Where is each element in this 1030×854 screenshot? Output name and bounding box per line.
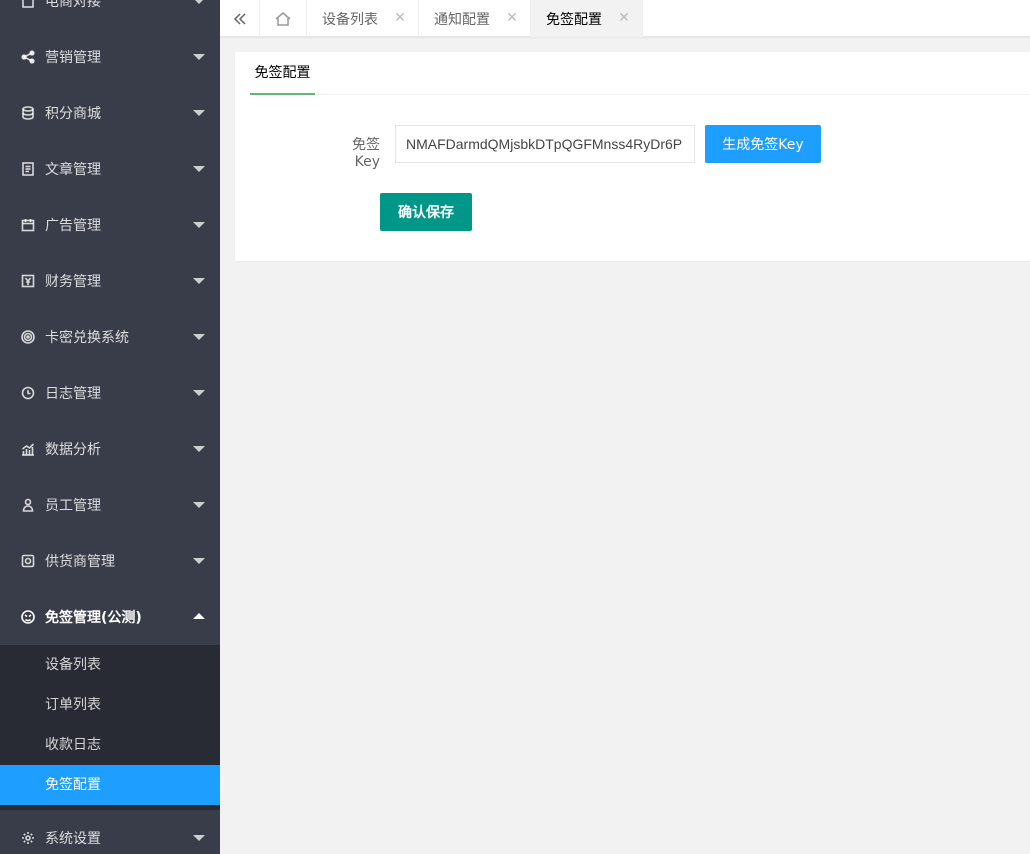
document-icon [20, 0, 36, 9]
sidebar-item-label: 积分商城 [45, 106, 101, 122]
sidebar-item-logs[interactable]: 日志管理 [0, 365, 220, 421]
key-label: 免签Key [352, 137, 380, 170]
close-icon[interactable]: ✕ [506, 11, 518, 25]
tab-mianqian-config[interactable]: 免签配置 ✕ [531, 0, 643, 37]
tab-label: 免签配置 [546, 11, 602, 28]
sidebar-item-mianqian[interactable]: 免签管理(公测) [0, 589, 220, 645]
sidebar-nav: 电商对接 营销管理 积分商城 文章管理 广告管理 财务管理 卡密兑换系统 日志管… [0, 0, 220, 854]
gear-icon [20, 830, 36, 846]
sidebar-item-card-exchange[interactable]: 卡密兑换系统 [0, 309, 220, 365]
chevron-down-icon [193, 835, 205, 841]
article-icon [20, 161, 36, 177]
chevron-down-icon [193, 0, 205, 4]
sidebar-item-marketing[interactable]: 营销管理 [0, 29, 220, 85]
chevron-down-icon [193, 166, 205, 172]
sidebar-item-label: 供货商管理 [45, 554, 115, 570]
sidebar-subitem-device-list[interactable]: 设备列表 [0, 645, 220, 685]
sidebar-item-label: 数据分析 [45, 442, 101, 458]
sidebar: 电商对接 营销管理 积分商城 文章管理 广告管理 财务管理 卡密兑换系统 日志管… [0, 0, 220, 854]
chevron-down-icon [193, 446, 205, 452]
tab-mianqian-settings[interactable]: 免签配置 [250, 52, 315, 95]
sidebar-item-ads[interactable]: 广告管理 [0, 197, 220, 253]
sidebar-subitem-mianqian-config[interactable]: 免签配置 [0, 765, 220, 805]
sidebar-submenu: 设备列表 订单列表 收款日志 免签配置 [0, 645, 220, 810]
tab-label: 通知配置 [434, 11, 490, 28]
chevron-down-icon [193, 278, 205, 284]
sidebar-item-finance[interactable]: 财务管理 [0, 253, 220, 309]
sidebar-item-label: 文章管理 [45, 162, 101, 178]
yen-icon [20, 273, 36, 289]
sidebar-item-ecommerce[interactable]: 电商对接 [0, 0, 220, 29]
sidebar-item-label: 员工管理 [45, 498, 101, 514]
key-input[interactable] [395, 125, 695, 163]
tab-bar: 设备列表 ✕ 通知配置 ✕ 免签配置 ✕ [220, 0, 1030, 37]
close-icon[interactable]: ✕ [394, 11, 406, 25]
home-icon [275, 11, 291, 26]
sidebar-item-label: 营销管理 [45, 50, 101, 66]
close-icon[interactable]: ✕ [618, 11, 630, 25]
chevron-down-icon [193, 54, 205, 60]
sidebar-item-system-settings[interactable]: 系统设置 [0, 810, 220, 854]
collapse-sidebar-button[interactable] [220, 0, 260, 37]
calendar-icon [20, 217, 36, 233]
sidebar-item-label: 卡密兑换系统 [45, 330, 129, 346]
target-icon [20, 329, 36, 345]
tab-device-list[interactable]: 设备列表 ✕ [307, 0, 419, 37]
sidebar-item-analytics[interactable]: 数据分析 [0, 421, 220, 477]
chart-icon [20, 441, 36, 457]
double-chevron-left-icon [233, 12, 246, 25]
sidebar-item-label: 广告管理 [45, 218, 101, 234]
sidebar-subitem-payment-log[interactable]: 收款日志 [0, 725, 220, 765]
chevron-down-icon [193, 558, 205, 564]
supplier-icon [20, 553, 36, 569]
sidebar-item-points-mall[interactable]: 积分商城 [0, 85, 220, 141]
chevron-down-icon [193, 222, 205, 228]
user-icon [20, 497, 36, 513]
database-icon [20, 105, 36, 121]
config-card: 免签配置 免签Key 生成免签Key 确认保存 [235, 52, 1030, 261]
home-tab[interactable] [260, 0, 307, 37]
sidebar-item-suppliers[interactable]: 供货商管理 [0, 533, 220, 589]
share-icon [20, 49, 36, 65]
chevron-down-icon [193, 390, 205, 396]
sidebar-item-articles[interactable]: 文章管理 [0, 141, 220, 197]
sidebar-item-label: 免签管理(公测) [45, 610, 142, 626]
face-icon [20, 609, 36, 625]
chevron-down-icon [193, 502, 205, 508]
chevron-down-icon [193, 334, 205, 340]
tab-notify-config[interactable]: 通知配置 ✕ [419, 0, 531, 37]
chevron-down-icon [193, 110, 205, 116]
sidebar-item-staff[interactable]: 员工管理 [0, 477, 220, 533]
clock-icon [20, 385, 36, 401]
sidebar-item-label: 系统设置 [45, 831, 101, 847]
generate-key-button[interactable]: 生成免签Key [705, 125, 821, 163]
save-button[interactable]: 确认保存 [380, 193, 472, 231]
sidebar-subitem-order-list[interactable]: 订单列表 [0, 685, 220, 725]
tab-label: 设备列表 [322, 11, 378, 28]
chevron-up-icon [193, 613, 205, 619]
sidebar-item-label: 电商对接 [45, 0, 101, 10]
sidebar-item-label: 日志管理 [45, 386, 101, 402]
card-tab-header: 免签配置 [250, 52, 1030, 95]
sidebar-item-label: 财务管理 [45, 274, 101, 290]
